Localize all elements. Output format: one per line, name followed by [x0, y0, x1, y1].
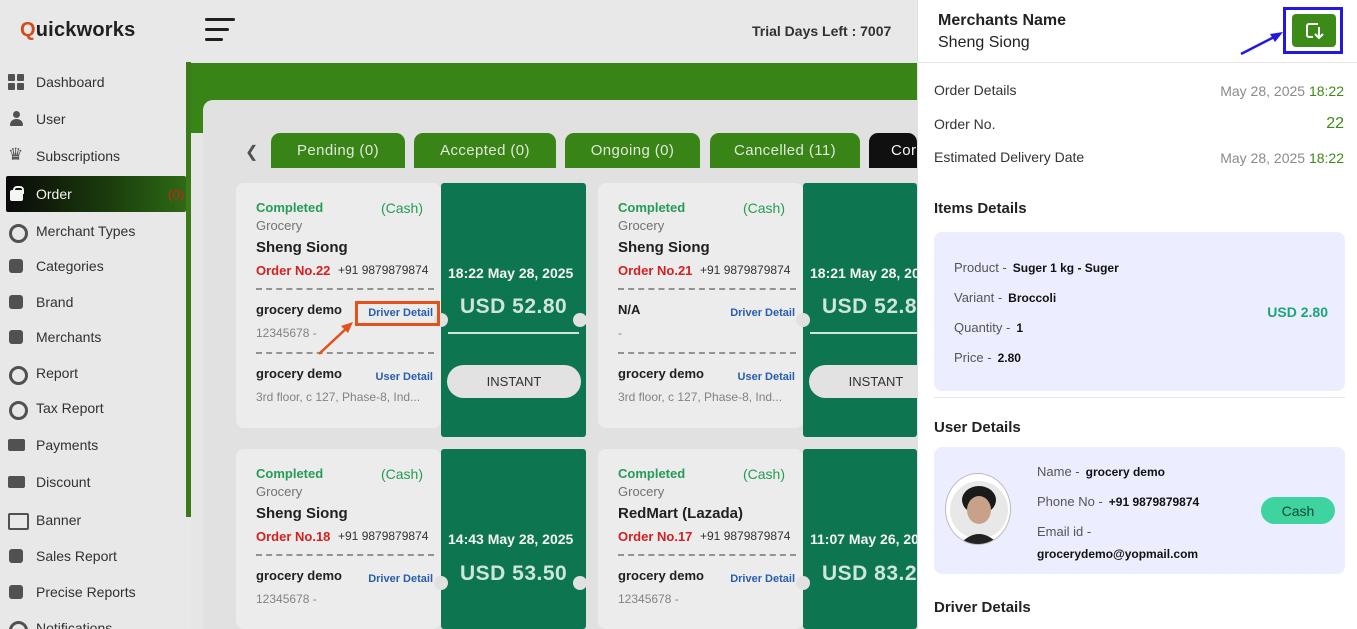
drawer-title: Merchants Name — [938, 12, 1067, 29]
driver-details-title: Driver Details — [934, 599, 1031, 616]
user-phone: Phone No - +91 9879879874 — [1037, 494, 1200, 509]
drawer-backdrop[interactable] — [0, 0, 917, 629]
user-card: Name - grocery demo Phone No - +91 9879879… — [934, 447, 1345, 574]
item-product: Product - Suger 1 kg - Suger — [954, 260, 1119, 275]
drawer-merchant-name: Sheng Siong — [938, 34, 1030, 51]
item-total: USD 2.80 — [1267, 304, 1328, 320]
divider — [934, 397, 1345, 398]
divider — [918, 62, 1357, 63]
order-details-datetime: May 28, 2025 18:22 — [1220, 83, 1344, 99]
order-details-label: Order Details — [934, 82, 1017, 98]
export-button[interactable] — [1292, 14, 1336, 47]
eta-label: Estimated Delivery Date — [934, 149, 1085, 165]
export-icon — [1306, 23, 1324, 40]
item-price: Price -2.80 — [954, 350, 1021, 365]
payment-badge: Cash — [1261, 497, 1335, 524]
user-email: grocerydemo@yopmail.com — [1037, 547, 1199, 561]
item-quantity: Quantity -1 — [954, 320, 1024, 335]
annotation-arrow-icon — [1240, 32, 1283, 56]
order-no-label: Order No. — [934, 116, 996, 132]
avatar — [945, 473, 1011, 545]
items-details-title: Items Details — [934, 200, 1027, 217]
user-name: Name - grocery demo — [1037, 464, 1165, 479]
order-detail-drawer: Merchants Name Sheng Siong Order Details… — [917, 0, 1357, 629]
item-card: Product - Suger 1 kg - Suger Variant - Bro… — [934, 232, 1345, 391]
item-variant: Variant - Broccoli — [954, 290, 1057, 305]
eta-datetime: May 28, 2025 18:22 — [1220, 150, 1344, 166]
order-no-value: 22 — [1326, 115, 1344, 132]
user-details-title: User Details — [934, 419, 1021, 436]
user-email-label: Email id - — [1037, 524, 1092, 539]
